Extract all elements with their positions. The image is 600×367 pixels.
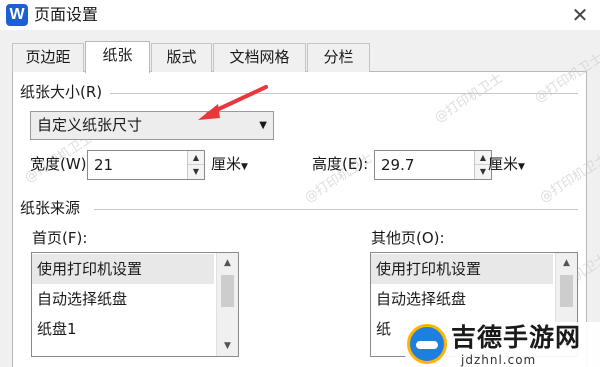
- height-unit-dropdown[interactable]: 厘米▼: [488, 153, 525, 178]
- width-unit-dropdown[interactable]: 厘米▼: [211, 153, 248, 178]
- caret-down-icon: ▼: [241, 162, 248, 172]
- scrollbar-thumb[interactable]: [221, 275, 234, 307]
- logo-text: 吉德手游网: [451, 323, 582, 352]
- width-spinbox[interactable]: 21 ▲ ▼: [87, 150, 205, 180]
- scroll-down-arrow-icon[interactable]: ▼: [217, 336, 238, 356]
- logo-icon: [407, 324, 447, 364]
- paper-size-group-label: 纸张大小(R): [20, 83, 103, 101]
- tab-strip: 页边距 纸张 版式 文档网格 分栏: [12, 41, 587, 73]
- scroll-up-arrow-icon[interactable]: ▲: [556, 253, 577, 273]
- window-title: 页面设置: [34, 5, 99, 24]
- scroll-up-arrow-icon[interactable]: ▲: [217, 253, 238, 273]
- list-item[interactable]: 自动选择纸盘: [371, 284, 553, 314]
- wps-writer-icon: W: [6, 4, 28, 26]
- other-pages-label: 其他页(O):: [371, 229, 445, 247]
- spin-down-arrow-icon[interactable]: ▼: [188, 165, 204, 179]
- caret-down-icon: ▼: [518, 162, 525, 172]
- scrollbar-thumb[interactable]: [560, 275, 573, 307]
- height-spinbox[interactable]: 29.7 ▲ ▼: [374, 150, 492, 180]
- tab-document-grid[interactable]: 文档网格: [213, 43, 306, 72]
- tab-layout[interactable]: 版式: [151, 43, 212, 72]
- site-logo: 吉德手游网 jdzhnl.com: [405, 322, 600, 367]
- tab-paper[interactable]: 纸张: [85, 41, 150, 73]
- height-unit: 厘米: [488, 155, 519, 173]
- width-value: 21: [94, 156, 114, 174]
- first-page-label: 首页(F):: [32, 229, 88, 247]
- width-unit: 厘米: [211, 155, 242, 173]
- scrollbar[interactable]: ▲ ▼: [216, 253, 238, 356]
- height-label: 高度(E):: [312, 155, 369, 173]
- group-divider: [94, 209, 578, 210]
- list-item[interactable]: 纸盘1: [32, 314, 214, 344]
- red-annotation-arrow-icon: [198, 85, 268, 120]
- list-item[interactable]: 使用打印机设置: [32, 254, 214, 284]
- height-value: 29.7: [381, 156, 415, 174]
- width-label: 宽度(W):: [30, 155, 92, 173]
- group-divider: [110, 93, 578, 94]
- paper-size-select-value: 自定义纸张尺寸: [37, 116, 143, 134]
- title-bar: W 页面设置 ✕: [0, 0, 600, 30]
- list-item[interactable]: 自动选择纸盘: [32, 284, 214, 314]
- spin-up-arrow-icon[interactable]: ▲: [188, 151, 204, 165]
- paper-source-group-label: 纸张来源: [20, 199, 81, 217]
- width-spin-buttons: ▲ ▼: [187, 151, 204, 179]
- tab-columns[interactable]: 分栏: [307, 43, 370, 72]
- close-button[interactable]: ✕: [566, 2, 594, 28]
- first-page-listbox[interactable]: 使用打印机设置 自动选择纸盘 纸盘1 ▲ ▼: [31, 252, 239, 357]
- list-item[interactable]: 使用打印机设置: [371, 254, 553, 284]
- tab-margins[interactable]: 页边距: [12, 43, 84, 72]
- logo-url: jdzhnl.com: [461, 353, 537, 367]
